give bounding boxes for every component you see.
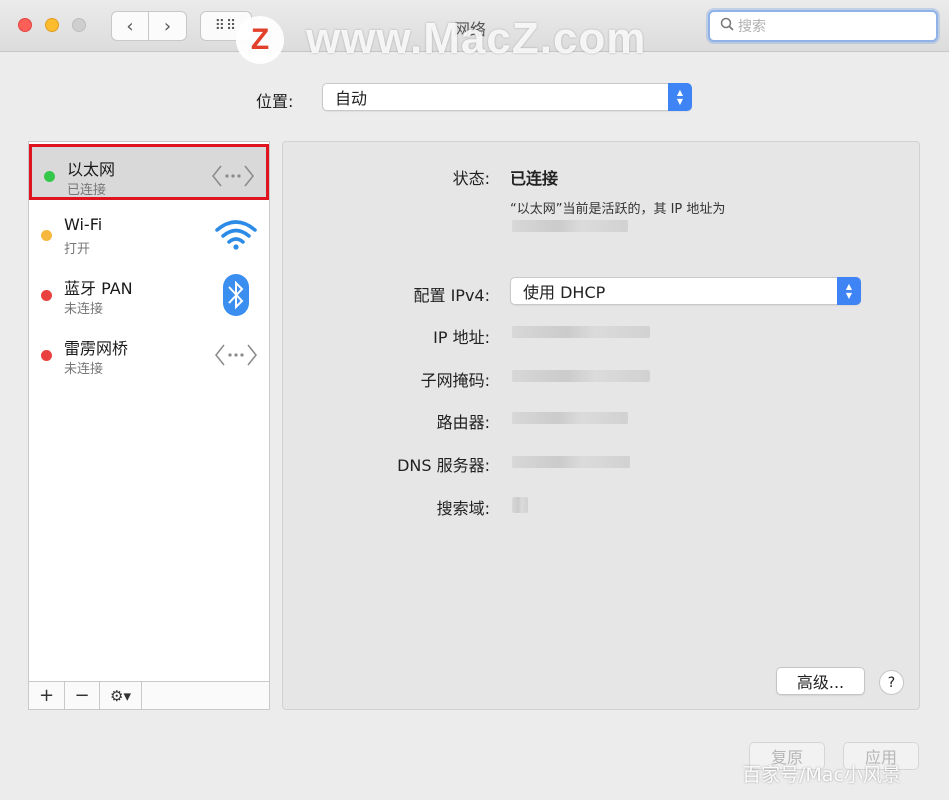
stepper-arrows-icon: ▲ ▼ — [668, 83, 692, 111]
status-value: 已连接 — [510, 169, 559, 188]
service-item-wifi[interactable]: Wi-Fi 打开 — [29, 206, 269, 262]
search-icon — [720, 17, 734, 35]
service-status: 未连接 — [64, 302, 104, 317]
ip-address-redacted — [512, 220, 628, 232]
add-service-button[interactable]: + — [29, 682, 65, 709]
status-description: “以太网”当前是活跃的，其 IP 地址为 — [510, 202, 726, 217]
chevron-left-icon: ‹ — [126, 15, 134, 37]
status-dot — [41, 290, 52, 301]
status-label: 状态: — [452, 169, 490, 188]
dns-server-value-redacted — [512, 456, 630, 468]
wifi-icon — [213, 218, 259, 252]
config-ipv4-label: 配置 IPv4: — [413, 286, 491, 305]
forward-button[interactable]: › — [149, 11, 187, 41]
thunderbolt-bridge-icon — [213, 338, 259, 372]
watermark-logo: Z — [236, 16, 284, 64]
config-ipv4-select[interactable]: 使用 DHCP ▲ ▼ — [510, 277, 861, 305]
advanced-button[interactable]: 高级... — [776, 667, 865, 695]
back-button[interactable]: ‹ — [111, 11, 149, 41]
subnet-mask-label: 子网掩码: — [420, 371, 490, 390]
service-name: 蓝牙 PAN — [64, 279, 133, 298]
service-item-bluetooth-pan[interactable]: 蓝牙 PAN 未连接 — [29, 266, 269, 322]
chevron-right-icon: › — [163, 15, 172, 37]
search-placeholder: 搜索 — [738, 19, 766, 35]
search-domains-label: 搜索域: — [436, 499, 490, 518]
router-label: 路由器: — [436, 413, 490, 432]
subnet-mask-value-redacted — [512, 370, 650, 382]
service-status: 已连接 — [67, 183, 107, 198]
service-name: 以太网 — [67, 160, 116, 179]
service-name: 雷雳网桥 — [64, 339, 129, 358]
router-value-redacted — [512, 412, 628, 424]
grid-icon: ⠿⠿ — [214, 18, 238, 34]
status-dot — [41, 230, 52, 241]
service-item-thunderbolt-bridge[interactable]: 雷雳网桥 未连接 — [29, 326, 269, 382]
status-dot — [44, 171, 55, 182]
footer-watermark: 百家号/Mac小风景 — [742, 764, 901, 786]
search-input[interactable]: 搜索 — [708, 10, 938, 42]
close-window-button[interactable] — [18, 18, 32, 32]
service-status: 未连接 — [64, 362, 104, 377]
location-select[interactable]: 自动 ▲ ▼ — [322, 83, 692, 111]
service-list: 以太网 已连接 Wi-Fi 打开 蓝牙 PAN 未连接 雷雳网桥 未连接 + −… — [28, 141, 270, 710]
config-ipv4-value: 使用 DHCP — [523, 283, 606, 302]
gear-icon[interactable]: ⚙▾ — [100, 682, 142, 709]
stepper-arrows-icon: ▲ ▼ — [837, 277, 861, 305]
location-value: 自动 — [335, 89, 368, 108]
ethernet-icon — [210, 159, 256, 193]
location-label: 位置: — [256, 92, 294, 111]
service-list-toolbar: + − ⚙▾ — [29, 681, 269, 709]
zoom-window-button[interactable] — [72, 18, 86, 32]
ip-address-label: IP 地址: — [433, 328, 490, 347]
service-name: Wi-Fi — [64, 215, 103, 234]
remove-service-button[interactable]: − — [65, 682, 100, 709]
watermark-text: www.MacZ.com — [306, 14, 647, 63]
service-item-ethernet[interactable]: 以太网 已连接 — [29, 144, 269, 200]
help-button[interactable]: ? — [879, 670, 904, 695]
dns-server-label: DNS 服务器: — [397, 456, 490, 475]
bluetooth-icon — [213, 274, 259, 316]
minimize-window-button[interactable] — [45, 18, 59, 32]
status-dot — [41, 350, 52, 361]
service-status: 打开 — [64, 242, 91, 257]
search-domains-value-redacted — [512, 497, 528, 513]
ip-address-value-redacted — [512, 326, 650, 338]
